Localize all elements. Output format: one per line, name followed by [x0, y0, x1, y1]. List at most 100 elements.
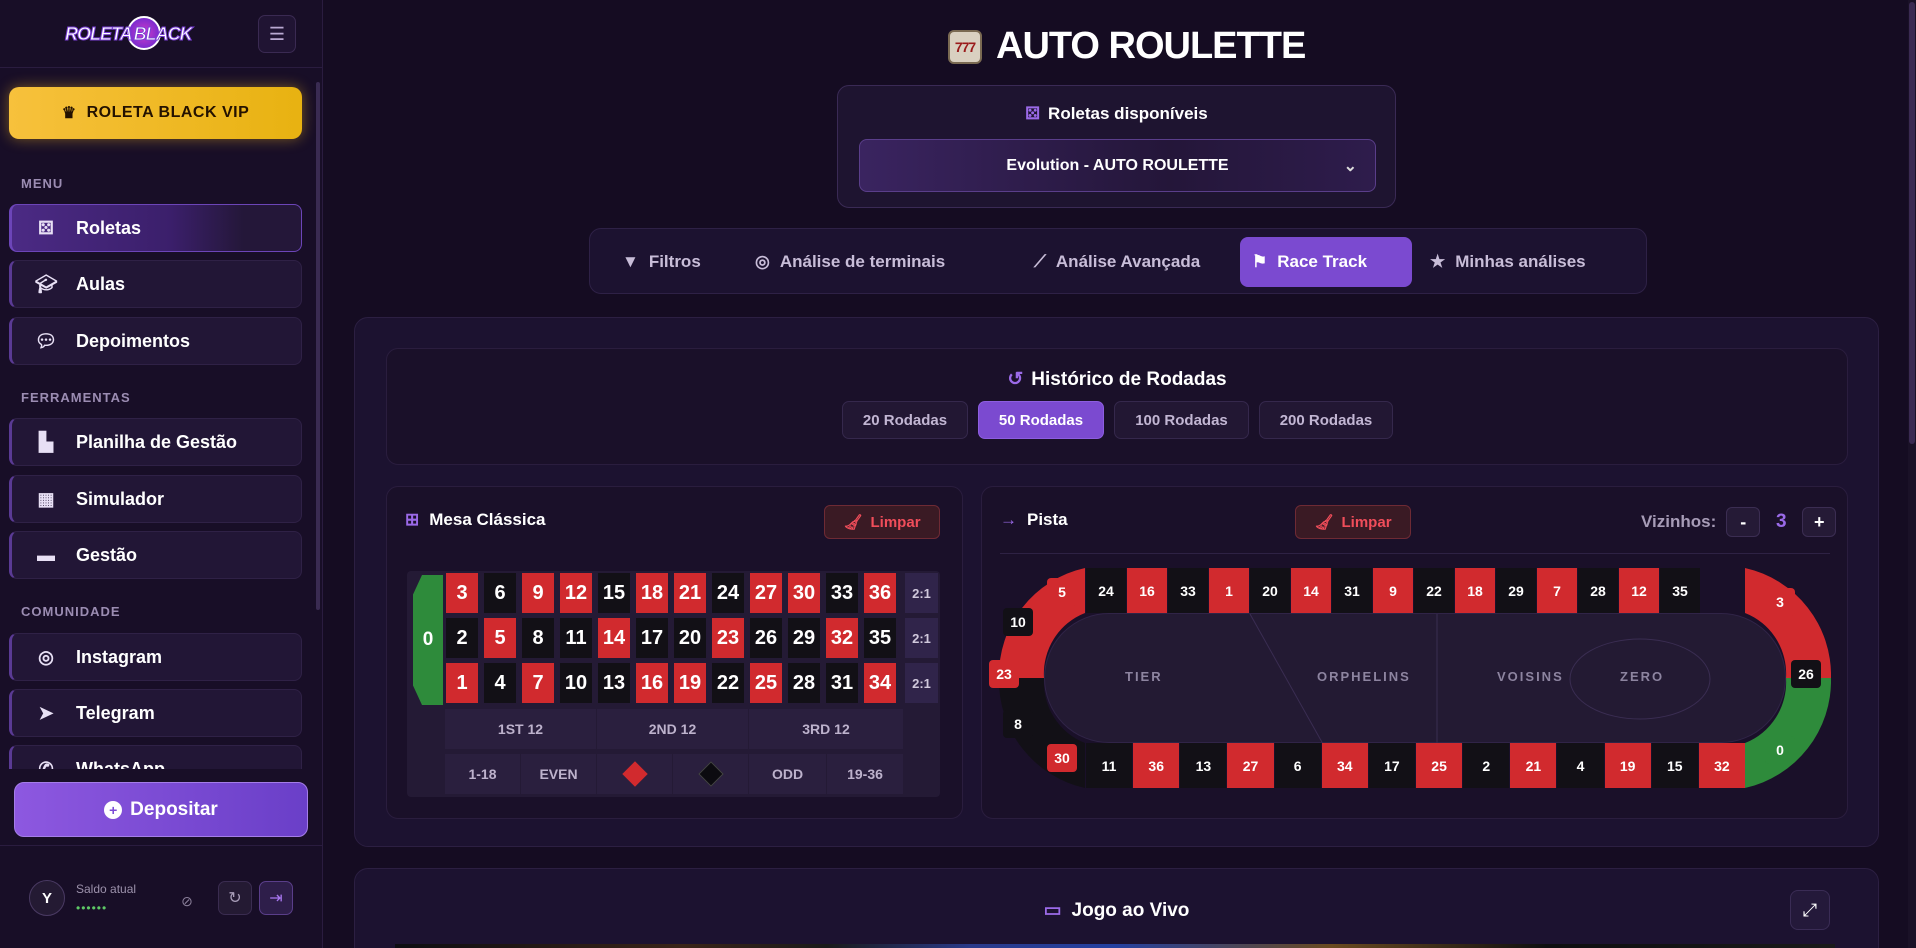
number-cell[interactable]: 4: [484, 663, 516, 703]
dozen-3[interactable]: 3RD 12: [749, 709, 903, 749]
zero-cell[interactable]: 0: [413, 575, 443, 705]
sidebar-item-depoimentos[interactable]: 💬︎ Depoimentos: [9, 317, 302, 365]
number-cell[interactable]: 24: [712, 573, 744, 613]
number-cell[interactable]: 15: [598, 573, 630, 613]
clear-table-button[interactable]: 🧹︎ Limpar: [824, 505, 940, 539]
bet-19-36[interactable]: 19-36: [827, 754, 903, 794]
track-number[interactable]: 32: [1698, 743, 1745, 788]
zone-zero[interactable]: ZERO: [1620, 669, 1664, 684]
number-cell[interactable]: 3: [446, 573, 478, 613]
track-number[interactable]: 24: [1086, 568, 1126, 613]
dozen-1[interactable]: 1ST 12: [445, 709, 596, 749]
bet-black[interactable]: [673, 754, 748, 794]
number-cell[interactable]: 2: [446, 618, 478, 658]
sidebar-item-planilha[interactable]: ▙ Planilha de Gestão: [9, 418, 302, 466]
neighbors-minus-button[interactable]: -: [1726, 507, 1761, 537]
number-cell[interactable]: 7: [522, 663, 554, 703]
logo[interactable]: ROLETA BLACK: [65, 16, 201, 52]
track-number[interactable]: 18: [1455, 568, 1495, 613]
live-video[interactable]: [395, 944, 1835, 948]
number-cell[interactable]: 29: [788, 618, 820, 658]
number-cell[interactable]: 23: [712, 618, 744, 658]
number-cell[interactable]: 17: [636, 618, 668, 658]
menu-toggle-button[interactable]: ☰: [258, 15, 296, 53]
number-cell[interactable]: 1: [446, 663, 478, 703]
column-bet-2[interactable]: 2:1: [905, 618, 938, 658]
number-cell[interactable]: 33: [826, 573, 858, 613]
track-number[interactable]: 28: [1578, 568, 1618, 613]
track-number[interactable]: 22: [1414, 568, 1454, 613]
sidebar-item-simulador[interactable]: ▦ Simulador: [9, 475, 302, 523]
track-number[interactable]: 20: [1250, 568, 1290, 613]
number-cell[interactable]: 10: [560, 663, 592, 703]
vip-button[interactable]: ♛ ROLETA BLACK VIP: [9, 87, 302, 139]
number-cell[interactable]: 13: [598, 663, 630, 703]
number-cell[interactable]: 9: [522, 573, 554, 613]
track-number[interactable]: 30: [1047, 744, 1077, 772]
number-cell[interactable]: 20: [674, 618, 706, 658]
track-number[interactable]: 5: [1047, 578, 1077, 606]
sidebar-item-telegram[interactable]: ➤ Telegram: [9, 689, 302, 737]
track-number[interactable]: 13: [1180, 743, 1227, 788]
number-cell[interactable]: 31: [826, 663, 858, 703]
number-cell[interactable]: 25: [750, 663, 782, 703]
number-cell[interactable]: 5: [484, 618, 516, 658]
sidebar-item-instagram[interactable]: ◎ Instagram: [9, 633, 302, 681]
number-cell[interactable]: 34: [864, 663, 896, 703]
track-number[interactable]: 0: [1765, 736, 1795, 764]
track-number[interactable]: 15: [1651, 743, 1698, 788]
track-number[interactable]: 21: [1510, 743, 1557, 788]
number-cell[interactable]: 19: [674, 663, 706, 703]
track-number[interactable]: 25: [1416, 743, 1463, 788]
tab-race-track[interactable]: ⚑ Race Track: [1240, 237, 1412, 287]
track-number[interactable]: 33: [1168, 568, 1208, 613]
clear-track-button[interactable]: 🧹︎ Limpar: [1295, 505, 1411, 539]
tab-minhas-analises[interactable]: ★ Minhas análises: [1418, 237, 1598, 287]
zone-voisins[interactable]: VOISINS: [1497, 669, 1564, 684]
zone-orphelins[interactable]: ORPHELINS: [1317, 669, 1411, 684]
sidebar-item-aulas[interactable]: 🎓︎ Aulas: [9, 260, 302, 308]
track-number[interactable]: 10: [1003, 608, 1033, 636]
track-number[interactable]: 3: [1765, 588, 1795, 616]
bet-red[interactable]: [597, 754, 672, 794]
neighbors-plus-button[interactable]: +: [1802, 507, 1837, 537]
expand-button[interactable]: ⤢: [1790, 890, 1830, 930]
sidebar-scrollbar[interactable]: [316, 82, 320, 610]
track-number[interactable]: 26: [1791, 660, 1821, 688]
rounds-50-button[interactable]: 50 Rodadas: [978, 401, 1104, 439]
number-cell[interactable]: 11: [560, 618, 592, 658]
track-number[interactable]: 23: [989, 660, 1019, 688]
number-cell[interactable]: 21: [674, 573, 706, 613]
avatar[interactable]: Y: [29, 880, 65, 916]
number-cell[interactable]: 8: [522, 618, 554, 658]
number-cell[interactable]: 36: [864, 573, 896, 613]
track-number[interactable]: 34: [1321, 743, 1368, 788]
track-number[interactable]: 4: [1557, 743, 1604, 788]
column-bet-3[interactable]: 2:1: [905, 663, 938, 703]
number-cell[interactable]: 16: [636, 663, 668, 703]
dozen-2[interactable]: 2ND 12: [597, 709, 748, 749]
number-cell[interactable]: 6: [484, 573, 516, 613]
logout-button[interactable]: ⇥: [259, 881, 293, 915]
main-scrollbar-thumb[interactable]: [1909, 2, 1915, 444]
number-cell[interactable]: 27: [750, 573, 782, 613]
number-cell[interactable]: 28: [788, 663, 820, 703]
number-cell[interactable]: 30: [788, 573, 820, 613]
column-bet-1[interactable]: 2:1: [905, 573, 938, 613]
main-scrollbar[interactable]: [1908, 0, 1916, 948]
number-cell[interactable]: 26: [750, 618, 782, 658]
number-cell[interactable]: 18: [636, 573, 668, 613]
track-number[interactable]: 2: [1463, 743, 1510, 788]
sidebar-item-whatsapp[interactable]: ✆ WhatsApp: [9, 745, 302, 769]
bet-odd[interactable]: ODD: [749, 754, 826, 794]
track-number[interactable]: 27: [1227, 743, 1274, 788]
rounds-20-button[interactable]: 20 Rodadas: [842, 401, 968, 439]
refresh-button[interactable]: ↻: [218, 881, 252, 915]
deposit-button[interactable]: + Depositar: [14, 782, 308, 837]
track-number[interactable]: 16: [1127, 568, 1167, 613]
track-number[interactable]: 1: [1209, 568, 1249, 613]
track-number[interactable]: 36: [1133, 743, 1180, 788]
track-number[interactable]: 17: [1368, 743, 1415, 788]
track-number[interactable]: 14: [1291, 568, 1331, 613]
number-cell[interactable]: 14: [598, 618, 630, 658]
